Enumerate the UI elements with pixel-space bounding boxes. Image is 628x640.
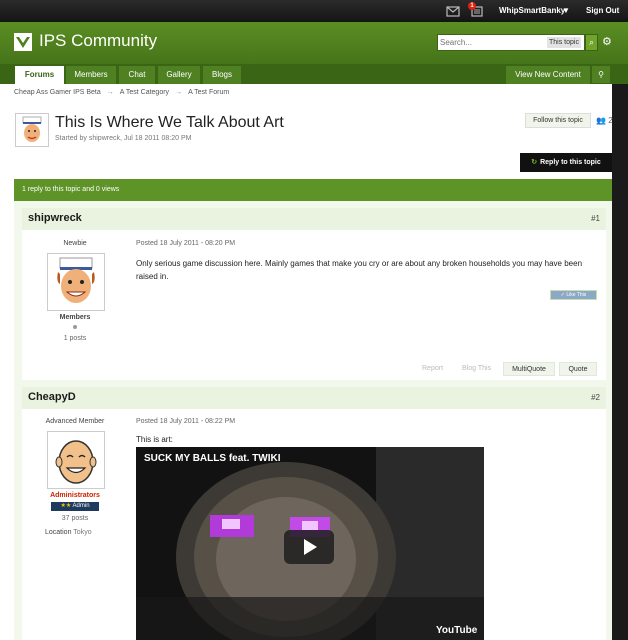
youtube-logo[interactable]: YouTube bbox=[436, 625, 477, 636]
users-icon: 👥 bbox=[596, 116, 606, 125]
topic-starter-avatar[interactable] bbox=[15, 113, 49, 147]
admin-badge-label: Admin bbox=[72, 503, 90, 509]
reply-arrow-icon: ↻ bbox=[531, 159, 538, 166]
site-header: IPS Community This topic ⌕ ⚙ bbox=[0, 22, 628, 64]
star-icon: ★★ bbox=[60, 503, 72, 509]
blog-this-link[interactable]: Blog This bbox=[462, 365, 491, 372]
post-content: This is art: bbox=[136, 435, 173, 444]
arrow-right-icon: → bbox=[175, 89, 183, 96]
gear-icon[interactable]: ⚙ bbox=[602, 35, 612, 48]
username-menu[interactable]: WhipSmartBanky bbox=[499, 0, 565, 22]
tab-chat[interactable]: Chat bbox=[119, 66, 155, 84]
follower-count-value: 2 bbox=[608, 116, 613, 125]
search-button[interactable]: ⌕ bbox=[585, 34, 598, 51]
notification-count-badge: 1 bbox=[468, 2, 476, 10]
sailor-avatar-icon bbox=[22, 116, 42, 142]
location-value: Tokyo bbox=[73, 529, 92, 536]
author-avatar[interactable] bbox=[47, 431, 105, 489]
site-name[interactable]: IPS Community bbox=[39, 31, 157, 51]
like-button[interactable]: ✓ Like This bbox=[550, 290, 597, 300]
reply-to-topic-button[interactable]: ↻ Reply to this topic bbox=[520, 153, 612, 172]
tab-gallery[interactable]: Gallery bbox=[158, 66, 200, 84]
topic-meta: Started by shipwreck, Jul 18 2011 08:20 … bbox=[55, 135, 192, 142]
bald-man-avatar-icon bbox=[55, 440, 97, 484]
breadcrumb-item[interactable]: A Test Category bbox=[120, 89, 169, 96]
chevron-down-icon[interactable]: ▼ bbox=[562, 0, 570, 22]
posted-date: Posted 18 July 2011 - 08:22 PM bbox=[136, 418, 236, 425]
embedded-video[interactable]: SUCK MY BALLS feat. TWIKI YouTube bbox=[136, 447, 484, 640]
member-location: Location Tokyo bbox=[45, 529, 92, 536]
quote-button[interactable]: Quote bbox=[559, 362, 597, 376]
logo-icon[interactable] bbox=[14, 33, 32, 51]
post-author-name[interactable]: shipwreck bbox=[28, 212, 82, 224]
member-group: Administrators bbox=[50, 492, 100, 499]
page-edge bbox=[612, 84, 628, 640]
post-number-link[interactable]: #1 bbox=[591, 214, 600, 223]
arrow-right-icon: → bbox=[106, 89, 114, 96]
search-input[interactable] bbox=[440, 36, 544, 49]
post-header: shipwreck #1 bbox=[22, 208, 606, 230]
topic-stats-bar: 1 reply to this topic and 0 views bbox=[14, 179, 612, 201]
play-icon bbox=[304, 539, 317, 555]
map-pin-icon[interactable]: ⚲ bbox=[592, 66, 610, 83]
posted-date: Posted 18 July 2011 - 08:20 PM bbox=[136, 240, 236, 247]
post-body bbox=[22, 230, 606, 380]
admin-badge: ★★ Admin bbox=[51, 502, 99, 511]
follow-topic-button[interactable]: Follow this topic bbox=[525, 113, 591, 128]
sailor-avatar-icon bbox=[57, 257, 95, 303]
post-author-name[interactable]: CheapyD bbox=[28, 391, 76, 403]
search-scope-selector[interactable]: This topic bbox=[547, 37, 581, 48]
video-title: SUCK MY BALLS feat. TWIKI bbox=[144, 453, 281, 464]
post-header: CheapyD #2 bbox=[22, 387, 606, 409]
play-button[interactable] bbox=[284, 530, 334, 564]
author-avatar[interactable] bbox=[47, 253, 105, 311]
tab-members[interactable]: Members bbox=[66, 66, 116, 84]
primary-nav: Forums Members Chat Gallery Blogs View N… bbox=[0, 64, 628, 84]
location-label: Location bbox=[45, 529, 72, 536]
tab-blogs[interactable]: Blogs bbox=[203, 66, 241, 84]
post-content: Only serious game discussion here. Mainl… bbox=[136, 259, 583, 281]
post-count: 37 posts bbox=[61, 515, 89, 522]
rank-pip bbox=[73, 325, 77, 329]
member-group: Members bbox=[59, 314, 91, 321]
user-bar: 1 WhipSmartBanky ▼ Sign Out bbox=[0, 0, 628, 22]
breadcrumb: Cheap Ass Gamer IPS Beta → A Test Category… bbox=[14, 89, 229, 96]
view-new-content-button[interactable]: View New Content bbox=[506, 66, 590, 84]
report-link[interactable]: Report bbox=[422, 365, 443, 372]
reply-label: Reply to this topic bbox=[540, 159, 601, 166]
breadcrumb-item[interactable]: Cheap Ass Gamer IPS Beta bbox=[14, 89, 101, 96]
sign-out-link[interactable]: Sign Out bbox=[586, 0, 619, 22]
post-count: 1 posts bbox=[63, 335, 87, 342]
breadcrumb-item[interactable]: A Test Forum bbox=[188, 89, 229, 96]
search-box: This topic bbox=[437, 34, 585, 51]
member-title: Advanced Member bbox=[45, 418, 105, 425]
page-title: This Is Where We Talk About Art bbox=[55, 114, 284, 131]
checkmark-icon: ✓ bbox=[560, 292, 565, 298]
followers-count[interactable]: 👥 2 bbox=[596, 116, 613, 125]
like-label: Like This bbox=[566, 292, 587, 298]
tab-forums[interactable]: Forums bbox=[15, 66, 64, 84]
search-icon: ⌕ bbox=[588, 37, 595, 47]
post-number-link[interactable]: #2 bbox=[591, 393, 600, 402]
mail-icon[interactable] bbox=[446, 0, 460, 22]
multiquote-button[interactable]: MultiQuote bbox=[503, 362, 555, 376]
member-title: Newbie bbox=[63, 240, 87, 247]
